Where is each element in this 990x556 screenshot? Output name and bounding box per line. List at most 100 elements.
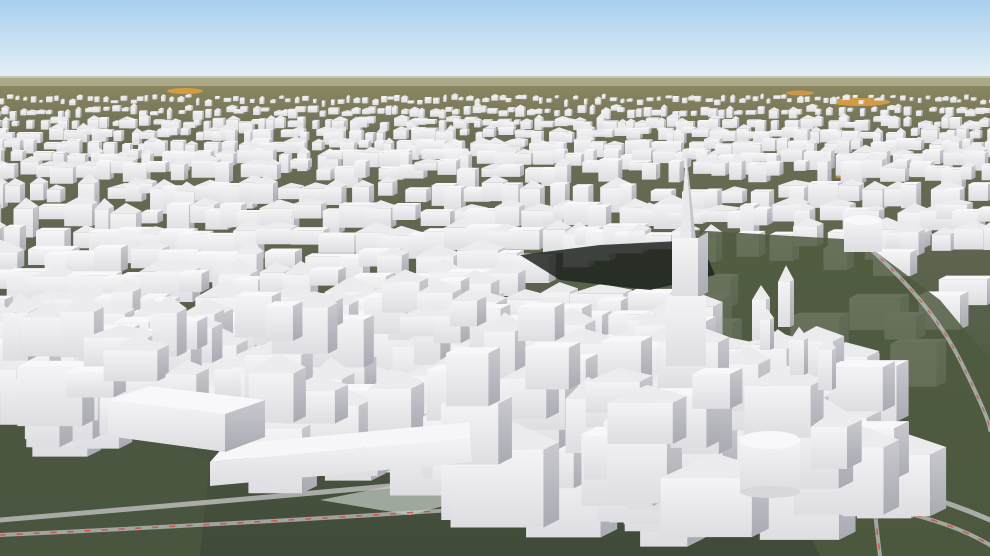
building — [377, 108, 386, 114]
building — [223, 97, 232, 102]
distant-highlight-3 — [786, 90, 814, 96]
building — [113, 130, 125, 142]
building — [692, 367, 743, 409]
building — [900, 95, 907, 101]
building — [112, 105, 122, 112]
building — [337, 99, 345, 104]
building — [679, 110, 688, 117]
building — [608, 158, 623, 180]
building — [900, 181, 922, 209]
building — [894, 158, 912, 169]
building — [604, 128, 615, 138]
building — [239, 97, 246, 104]
building — [446, 347, 500, 407]
building — [505, 97, 512, 103]
building — [917, 97, 922, 104]
building — [120, 95, 128, 101]
building — [498, 127, 516, 136]
building — [381, 96, 388, 103]
building — [862, 119, 870, 128]
building — [795, 109, 803, 115]
building — [463, 105, 472, 115]
building — [128, 118, 138, 129]
building — [30, 96, 37, 103]
building — [508, 227, 546, 250]
building — [538, 97, 543, 104]
building — [297, 116, 306, 129]
building — [295, 106, 307, 113]
horizon-haze — [0, 76, 990, 86]
building — [338, 120, 346, 127]
building — [714, 99, 721, 106]
building — [694, 95, 702, 102]
building — [362, 97, 369, 104]
building — [11, 120, 20, 127]
building — [420, 209, 456, 226]
building — [9, 110, 17, 121]
building — [765, 160, 784, 176]
building — [433, 97, 440, 104]
building — [26, 119, 35, 129]
building — [665, 95, 673, 99]
building — [0, 111, 2, 117]
building — [6, 94, 14, 99]
building — [915, 110, 923, 117]
building — [249, 98, 255, 104]
building — [99, 116, 110, 129]
building — [66, 139, 83, 154]
building — [387, 96, 395, 100]
building — [982, 107, 990, 114]
building — [319, 110, 327, 117]
building — [507, 107, 516, 113]
building — [554, 110, 561, 117]
building — [981, 163, 990, 181]
building — [110, 100, 119, 104]
building — [770, 120, 780, 130]
building — [240, 106, 249, 112]
building — [761, 138, 779, 152]
building — [641, 162, 661, 180]
building — [868, 94, 875, 98]
building — [525, 342, 581, 390]
round-tower — [740, 431, 800, 498]
building — [583, 98, 588, 105]
building — [910, 127, 921, 136]
building — [40, 119, 51, 130]
building — [144, 95, 149, 102]
building — [178, 110, 186, 114]
building — [517, 302, 565, 342]
building — [328, 107, 340, 115]
building — [302, 95, 310, 101]
building — [498, 164, 524, 177]
building — [99, 129, 115, 138]
scene-canvas — [0, 0, 990, 556]
building — [544, 108, 551, 113]
building — [54, 95, 60, 101]
building — [823, 97, 829, 103]
building — [443, 185, 466, 211]
building — [964, 94, 970, 100]
building — [394, 95, 401, 102]
building — [651, 109, 663, 116]
distant-highlight-1 — [167, 88, 203, 94]
building — [668, 159, 684, 183]
building — [0, 163, 19, 179]
building — [636, 108, 643, 118]
building — [330, 99, 336, 106]
building — [180, 127, 192, 136]
building — [781, 109, 790, 115]
building — [136, 96, 144, 102]
building — [970, 97, 977, 101]
building — [260, 107, 270, 112]
building — [909, 97, 914, 101]
building — [385, 105, 393, 115]
building — [577, 105, 587, 113]
building — [498, 110, 509, 117]
building — [522, 94, 528, 100]
building — [179, 269, 210, 293]
building — [554, 95, 560, 99]
city-3d-scene — [0, 0, 990, 556]
building — [646, 97, 654, 102]
building — [392, 203, 421, 220]
building — [847, 107, 854, 112]
